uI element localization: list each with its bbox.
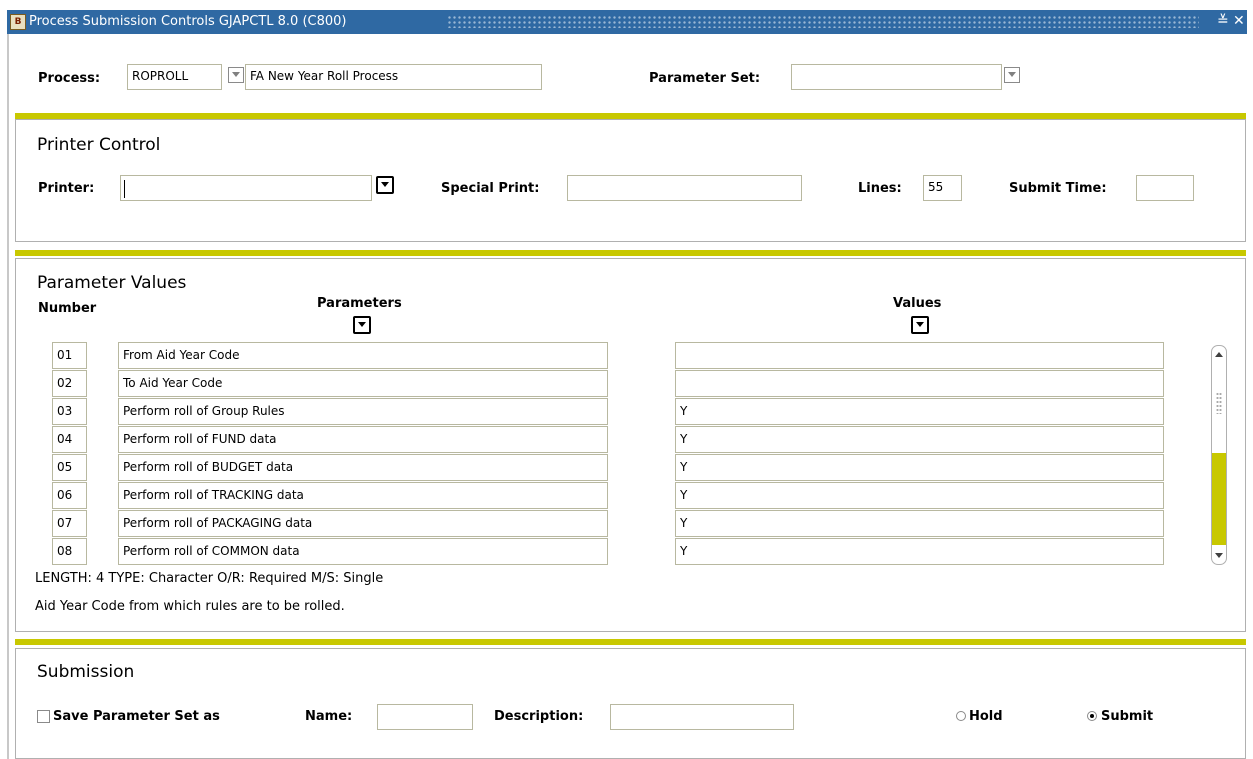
- app-icon: B: [10, 14, 26, 30]
- parameter-value-cell[interactable]: Y: [675, 398, 1164, 425]
- parameter-number-cell[interactable]: 07: [52, 510, 87, 537]
- parameter-value-cell[interactable]: Y: [675, 482, 1164, 509]
- scroll-thumb[interactable]: [1212, 453, 1226, 545]
- parameter-values-title: Parameter Values: [37, 273, 187, 293]
- description-label: Description:: [494, 709, 584, 724]
- number-column-header: Number: [38, 301, 97, 316]
- name-label: Name:: [305, 709, 353, 724]
- parameter-number-cell[interactable]: 04: [52, 426, 87, 453]
- lines-field[interactable]: 55: [923, 175, 962, 201]
- process-label: Process:: [38, 71, 101, 86]
- printer-control-title: Printer Control: [37, 135, 161, 155]
- special-print-field[interactable]: [567, 175, 802, 201]
- submission-title: Submission: [37, 662, 135, 682]
- hold-label: Hold: [969, 709, 1003, 724]
- submit-time-label: Submit Time:: [1009, 181, 1107, 196]
- scroll-grip-icon: [1216, 392, 1222, 414]
- parameter-value-cell[interactable]: [675, 342, 1164, 369]
- close-icon[interactable]: ✕: [1233, 13, 1245, 29]
- submit-label: Submit: [1101, 709, 1154, 724]
- section-separator: [15, 639, 1246, 645]
- process-description-field[interactable]: FA New Year Roll Process: [245, 64, 542, 90]
- printer-dropdown-icon[interactable]: [376, 176, 394, 194]
- titlebar-pattern: [447, 15, 1199, 28]
- parameter-value-cell[interactable]: Y: [675, 538, 1164, 565]
- parameter-number-cell[interactable]: 03: [52, 398, 87, 425]
- parameter-name-cell[interactable]: To Aid Year Code: [118, 370, 608, 397]
- parameter-number-cell[interactable]: 01: [52, 342, 87, 369]
- window-titlebar[interactable]: B Process Submission Controls GJAPCTL 8.…: [7, 10, 1247, 34]
- name-field[interactable]: [377, 704, 473, 730]
- save-parameter-set-label: Save Parameter Set as: [53, 709, 220, 724]
- parameter-name-cell[interactable]: Perform roll of COMMON data: [118, 538, 608, 565]
- section-separator: [15, 250, 1246, 256]
- lines-label: Lines:: [858, 181, 902, 196]
- process-dropdown-icon[interactable]: [228, 67, 244, 83]
- parameter-number-cell[interactable]: 08: [52, 538, 87, 565]
- parameters-column-header: Parameters: [317, 296, 402, 311]
- text-cursor: [124, 180, 125, 198]
- scroll-up-icon[interactable]: [1212, 348, 1226, 362]
- submit-radio[interactable]: [1087, 711, 1097, 721]
- parameter-scrollbar[interactable]: [1211, 345, 1227, 565]
- parameter-number-cell[interactable]: 05: [52, 454, 87, 481]
- printer-field[interactable]: [120, 175, 372, 201]
- window-title: Process Submission Controls GJAPCTL 8.0 …: [29, 14, 347, 29]
- minimize-icon[interactable]: ≚: [1217, 13, 1229, 29]
- parameters-dropdown-icon[interactable]: [353, 316, 371, 334]
- parameter-name-cell[interactable]: Perform roll of PACKAGING data: [118, 510, 608, 537]
- parameter-set-label: Parameter Set:: [649, 71, 761, 86]
- parameter-set-field[interactable]: [791, 64, 1002, 90]
- parameter-name-cell[interactable]: From Aid Year Code: [118, 342, 608, 369]
- values-column-header: Values: [893, 296, 942, 311]
- parameter-number-cell[interactable]: 06: [52, 482, 87, 509]
- submit-time-field[interactable]: [1136, 175, 1194, 201]
- parameter-set-dropdown-icon[interactable]: [1004, 67, 1020, 83]
- field-help-line: Aid Year Code from which rules are to be…: [35, 599, 345, 614]
- save-parameter-set-checkbox[interactable]: [37, 710, 50, 723]
- parameter-name-cell[interactable]: Perform roll of Group Rules: [118, 398, 608, 425]
- parameter-number-cell[interactable]: 02: [52, 370, 87, 397]
- parameter-value-cell[interactable]: Y: [675, 510, 1164, 537]
- description-field[interactable]: [610, 704, 794, 730]
- parameter-value-cell[interactable]: Y: [675, 454, 1164, 481]
- special-print-label: Special Print:: [441, 181, 540, 196]
- process-code-field[interactable]: ROPROLL: [127, 64, 222, 90]
- parameter-name-cell[interactable]: Perform roll of FUND data: [118, 426, 608, 453]
- parameter-name-cell[interactable]: Perform roll of TRACKING data: [118, 482, 608, 509]
- hold-radio[interactable]: [956, 711, 966, 721]
- scroll-down-icon[interactable]: [1212, 549, 1226, 563]
- parameter-value-cell[interactable]: [675, 370, 1164, 397]
- values-dropdown-icon[interactable]: [911, 316, 929, 334]
- window-left-border: [7, 34, 9, 759]
- parameter-value-cell[interactable]: Y: [675, 426, 1164, 453]
- field-info-line: LENGTH: 4 TYPE: Character O/R: Required …: [35, 571, 384, 586]
- printer-label: Printer:: [38, 181, 95, 196]
- parameter-name-cell[interactable]: Perform roll of BUDGET data: [118, 454, 608, 481]
